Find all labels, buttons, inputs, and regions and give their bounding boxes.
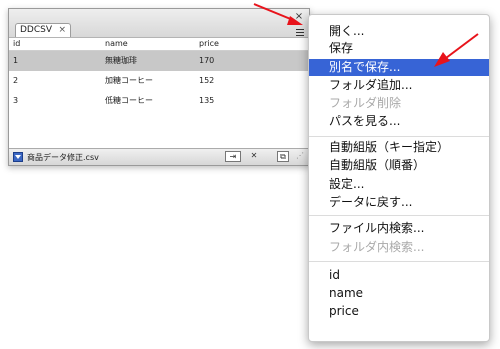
arrow-to-save-as-item (434, 33, 479, 67)
annotation-arrows (253, 3, 479, 67)
arrow-to-panel-menu-icon (253, 3, 303, 25)
